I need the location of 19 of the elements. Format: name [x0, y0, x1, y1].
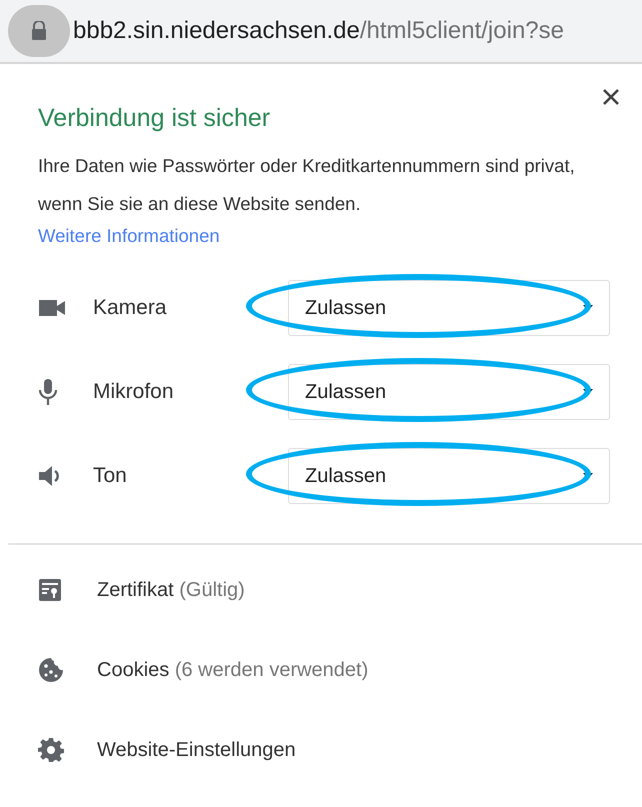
- permission-label: Kamera: [93, 296, 168, 320]
- site-info-item[interactable]: Cookies (6 werden verwendet): [38, 655, 642, 685]
- lock-icon: [31, 21, 47, 41]
- microphone-icon: [38, 378, 58, 406]
- site-info-item[interactable]: Website-Einstellungen: [38, 735, 642, 765]
- popup-title: Verbindung ist sicher: [38, 104, 272, 133]
- cookie-icon: [38, 657, 64, 683]
- url-path: /html5client/join?se: [360, 17, 564, 44]
- site-info-item[interactable]: Zertifikat (Gültig): [38, 575, 642, 605]
- gear-icon: [38, 737, 64, 763]
- permission-label: Mikrofon: [93, 380, 175, 404]
- permission-label: Ton: [93, 464, 128, 488]
- description-text: Ihre Daten wie Passwörter oder Kreditkartennummern sind privat, wenn Sie sie an diese Website senden.: [38, 154, 576, 216]
- url-domain: bbb2.sin.niedersachsen.de: [73, 17, 360, 44]
- more-info-link[interactable]: Weitere Informationen: [38, 225, 220, 247]
- lock-button[interactable]: [8, 5, 70, 57]
- camera-icon: [38, 298, 66, 318]
- certificate-icon: [38, 578, 62, 602]
- address-bar[interactable]: bbb2.sin.niedersachsen.de/html5client/join?se: [0, 0, 642, 64]
